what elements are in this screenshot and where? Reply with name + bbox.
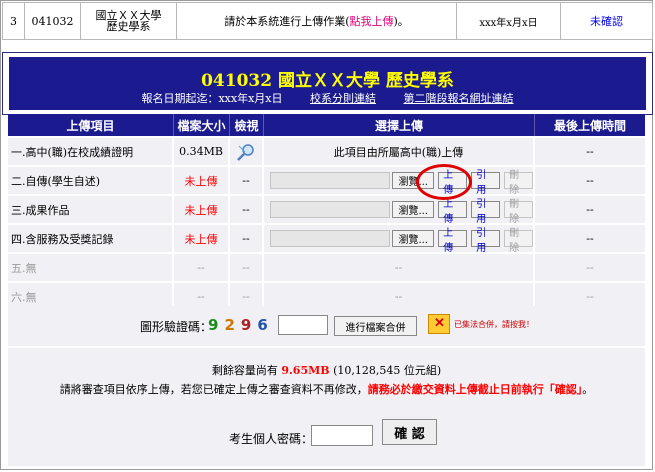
banner-inner: 041032 國立ＸＸ大學 歷史學系 報名日期起迄：xxx年x月x日 校系分則連… — [9, 57, 646, 110]
view-cell: -- — [230, 254, 264, 281]
last-upload-time: -- — [586, 203, 594, 216]
notice-suffix: 。 — [582, 383, 594, 396]
table-row: 三.成果作品 未上傳 -- 瀏覽... 上傳 引用 刪除 -- — [8, 196, 645, 225]
captcha-digit: 9 — [208, 316, 219, 334]
table-row: 二.自傳(學生自述) 未上傳 -- 瀏覽... 上傳 引用 刪除 -- — [8, 167, 645, 196]
merge-notice-text: 已集法合併，請按我！ — [454, 319, 534, 329]
cite-button[interactable]: 引用 — [471, 228, 501, 254]
upload-button[interactable]: 上傳 — [438, 170, 468, 196]
stage2-link[interactable]: 第二階段報名網址連結 — [404, 92, 514, 105]
upload-table-body: 一.高中(職)在校成績證明 0.34MB 此項目由所屬高中(職)上傳 -- 二.… — [8, 138, 645, 312]
captcha-section: 圖形驗證碼： 9 2 9 6 進行檔案合併 已集法合併，請按我！ — [8, 306, 645, 346]
cite-button[interactable]: 引用 — [471, 170, 501, 196]
table-row: 一.高中(職)在校成績證明 0.34MB 此項目由所屬高中(職)上傳 -- — [8, 138, 645, 167]
cite-button[interactable]: 引用 — [471, 199, 501, 225]
magnifier-view-icon[interactable] — [235, 142, 257, 162]
file-path-field[interactable] — [270, 172, 391, 189]
confirm-status-link[interactable]: 未確認 — [561, 3, 652, 39]
header-last-time: 最後上傳時間 — [553, 118, 626, 133]
header-item: 上傳項目 — [8, 114, 174, 136]
file-size: 未上傳 — [174, 167, 230, 194]
captcha-input[interactable] — [278, 315, 328, 335]
header-upload: 選擇上傳 — [264, 114, 535, 136]
registration-deadline: 報名日期起迄：xxx年x月x日 — [141, 92, 283, 105]
last-upload-time: -- — [586, 261, 594, 274]
last-upload-time: -- — [586, 174, 594, 187]
remaining-value: 9.65MB — [281, 364, 330, 377]
file-path-field[interactable] — [270, 201, 391, 218]
upload-here-link[interactable]: 點我上傳 — [350, 13, 394, 29]
file-size: 未上傳 — [174, 225, 230, 252]
table-row: 四.含服務及受獎記錄 未上傳 -- 瀏覽... 上傳 引用 刪除 -- — [8, 225, 645, 254]
view-cell: -- — [230, 225, 264, 252]
captcha-label: 圖形驗證碼： — [140, 320, 213, 334]
upload-controls: 瀏覽... 上傳 引用 刪除 — [264, 167, 535, 196]
merge-files-button[interactable]: 進行檔案合併 — [334, 316, 417, 336]
school-name: 國立ＸＸ大學 歷史學系 — [81, 3, 177, 39]
captcha-digit: 6 — [257, 316, 268, 334]
confirm-notice: 請將審查項目依序上傳，若您已確定上傳之審查資料不再修改，請務必於繳交資料上傳截止… — [8, 381, 645, 397]
password-label: 考生個人密碼： — [229, 432, 314, 446]
banner-title: 041032 國立ＸＸ大學 歷史學系 — [201, 71, 454, 91]
instruction-prefix: 請於本系統進行上傳作業( — [224, 15, 350, 28]
table-row: 五.無 -- -- -- -- — [8, 254, 645, 283]
upload-controls: 瀏覽... 上傳 引用 刪除 — [264, 225, 535, 254]
view-cell: -- — [230, 167, 264, 194]
deadline-date: xxx年x月x日 — [457, 3, 561, 39]
remaining-prefix: 剩餘容量尚有 — [211, 364, 278, 377]
banner-links: 報名日期起迄：xxx年x月x日 校系分則連結 第二階段報名網址連結 — [9, 90, 646, 106]
merge-notice[interactable]: 已集法合併，請按我！ — [428, 314, 534, 334]
item-name: 五.無 — [8, 254, 174, 281]
upload-button[interactable]: 上傳 — [438, 228, 468, 254]
remaining-capacity: 剩餘容量尚有 9.65MB (10,128,545 位元組) — [8, 362, 645, 378]
item-name: 一.高中(職)在校成績證明 — [8, 138, 174, 165]
upload-note: -- — [264, 254, 535, 281]
upload-button[interactable]: 上傳 — [438, 199, 468, 225]
instruction-suffix: )。 — [393, 15, 409, 28]
last-upload-time: -- — [586, 232, 594, 245]
department-code: 041032 — [25, 3, 81, 39]
confirm-button[interactable]: 確 認 — [382, 419, 437, 445]
notice-prefix: 請將審查項目依序上傳，若您已確定上傳之審查資料不再修改， — [59, 383, 368, 396]
item-name: 三.成果作品 — [8, 196, 174, 223]
browse-button[interactable]: 瀏覽... — [392, 172, 435, 189]
info-section: 剩餘容量尚有 9.65MB (10,128,545 位元組) 請將審查項目依序上… — [8, 348, 645, 466]
file-size: -- — [174, 254, 230, 281]
password-field[interactable] — [311, 425, 373, 446]
row-index: 3 — [3, 3, 25, 39]
upload-controls: 瀏覽... 上傳 引用 刪除 — [264, 196, 535, 225]
item-name: 四.含服務及受獎記錄 — [8, 225, 174, 252]
captcha-image: 9 2 9 6 — [208, 316, 274, 334]
browse-button[interactable]: 瀏覽... — [392, 201, 435, 218]
view-cell: -- — [230, 196, 264, 223]
captcha-digit: 9 — [240, 316, 252, 334]
merge-warning-icon — [428, 314, 450, 334]
browse-button[interactable]: 瀏覽... — [392, 230, 435, 247]
school-name-line2: 歷史學系 — [106, 20, 151, 33]
department-banner: 041032 國立ＸＸ大學 歷史學系 報名日期起迄：xxx年x月x日 校系分則連… — [2, 52, 653, 115]
delete-button[interactable]: 刪除 — [504, 170, 534, 196]
remaining-bytes: (10,128,545 位元組) — [333, 364, 442, 377]
file-size: 未上傳 — [174, 196, 230, 223]
item-name: 二.自傳(學生自述) — [8, 167, 174, 194]
captcha-digit: 2 — [224, 316, 235, 334]
application-summary-row: 3 041032 國立ＸＸ大學 歷史學系 請於本系統進行上傳作業(點我上傳)。 … — [2, 2, 653, 40]
header-view: 檢視 — [230, 114, 264, 136]
header-size: 檔案大小 — [174, 114, 230, 136]
table-header: 上傳項目 檔案大小 檢視 選擇上傳 最後上傳時間 — [8, 114, 645, 136]
notice-emphasis: 請務必於繳交資料上傳截止日前執行「確認」 — [367, 383, 583, 396]
delete-button[interactable]: 刪除 — [504, 199, 534, 225]
upload-instruction: 請於本系統進行上傳作業(點我上傳)。 — [177, 3, 457, 39]
delete-button[interactable]: 刪除 — [504, 228, 534, 254]
view-cell — [230, 138, 264, 165]
file-path-field[interactable] — [270, 230, 391, 247]
file-size: 0.34MB — [174, 138, 230, 165]
rules-link[interactable]: 校系分則連結 — [310, 92, 376, 105]
upload-note: 此項目由所屬高中(職)上傳 — [264, 138, 535, 165]
last-upload-time: -- — [586, 145, 594, 158]
